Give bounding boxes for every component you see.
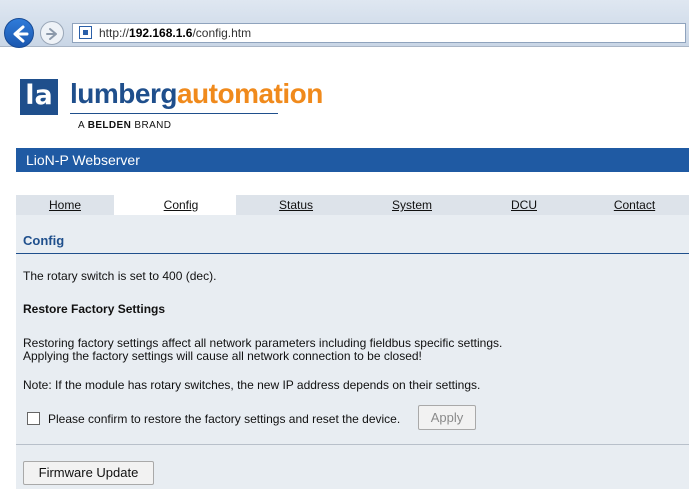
page-icon xyxy=(79,26,92,39)
logo-word-automation: automation xyxy=(176,78,323,109)
tab-system[interactable]: System xyxy=(356,195,468,215)
section-divider xyxy=(16,444,689,445)
tab-contact[interactable]: Contact xyxy=(580,195,689,215)
page-title: Config xyxy=(23,233,65,248)
back-arrow-icon xyxy=(13,25,29,43)
browser-toolbar: http://192.168.1.6/config.htm xyxy=(0,0,689,48)
confirm-label: Please confirm to restore the factory se… xyxy=(48,412,401,426)
url-host: 192.168.1.6 xyxy=(129,26,193,40)
restore-text-2: Applying the factory settings will cause… xyxy=(23,349,422,363)
heading-divider xyxy=(16,253,689,254)
rotary-switch-text: The rotary switch is set to 400 (dec). xyxy=(23,269,217,283)
url-prefix: http:// xyxy=(99,26,130,40)
tab-status[interactable]: Status xyxy=(236,195,356,215)
tab-home[interactable]: Home xyxy=(16,195,114,215)
webserver-titlebar: LioN-P Webserver xyxy=(16,148,689,172)
logo-divider xyxy=(70,113,278,114)
lumberg-logo-icon: la xyxy=(20,79,58,115)
firmware-update-button[interactable]: Firmware Update xyxy=(23,461,154,485)
tab-config[interactable]: Config xyxy=(130,195,232,215)
apply-button[interactable]: Apply xyxy=(418,405,476,430)
brand-tagline: A BELDEN BRAND xyxy=(78,120,172,131)
address-bar[interactable]: http://192.168.1.6/config.htm xyxy=(72,23,686,43)
rotary-note: Note: If the module has rotary switches,… xyxy=(23,378,481,392)
logo-wordmark: lumbergautomation xyxy=(70,78,323,110)
confirm-checkbox[interactable] xyxy=(27,412,40,425)
restore-text-1: Restoring factory settings affect all ne… xyxy=(23,336,503,350)
webserver-title: LioN-P Webserver xyxy=(26,152,140,168)
config-panel: Config The rotary switch is set to 400 (… xyxy=(16,215,689,489)
url-path: /config.htm xyxy=(192,26,252,40)
tab-dcu[interactable]: DCU xyxy=(468,195,580,215)
back-button[interactable] xyxy=(4,18,34,48)
restore-heading: Restore Factory Settings xyxy=(23,302,166,316)
nav-tabs: Home Config Status System DCU Contact xyxy=(16,195,689,215)
forward-button[interactable] xyxy=(40,21,64,45)
address-url[interactable]: http://192.168.1.6/config.htm xyxy=(99,26,251,40)
logo-word-lumberg: lumberg xyxy=(70,78,177,109)
forward-arrow-icon xyxy=(46,28,57,40)
